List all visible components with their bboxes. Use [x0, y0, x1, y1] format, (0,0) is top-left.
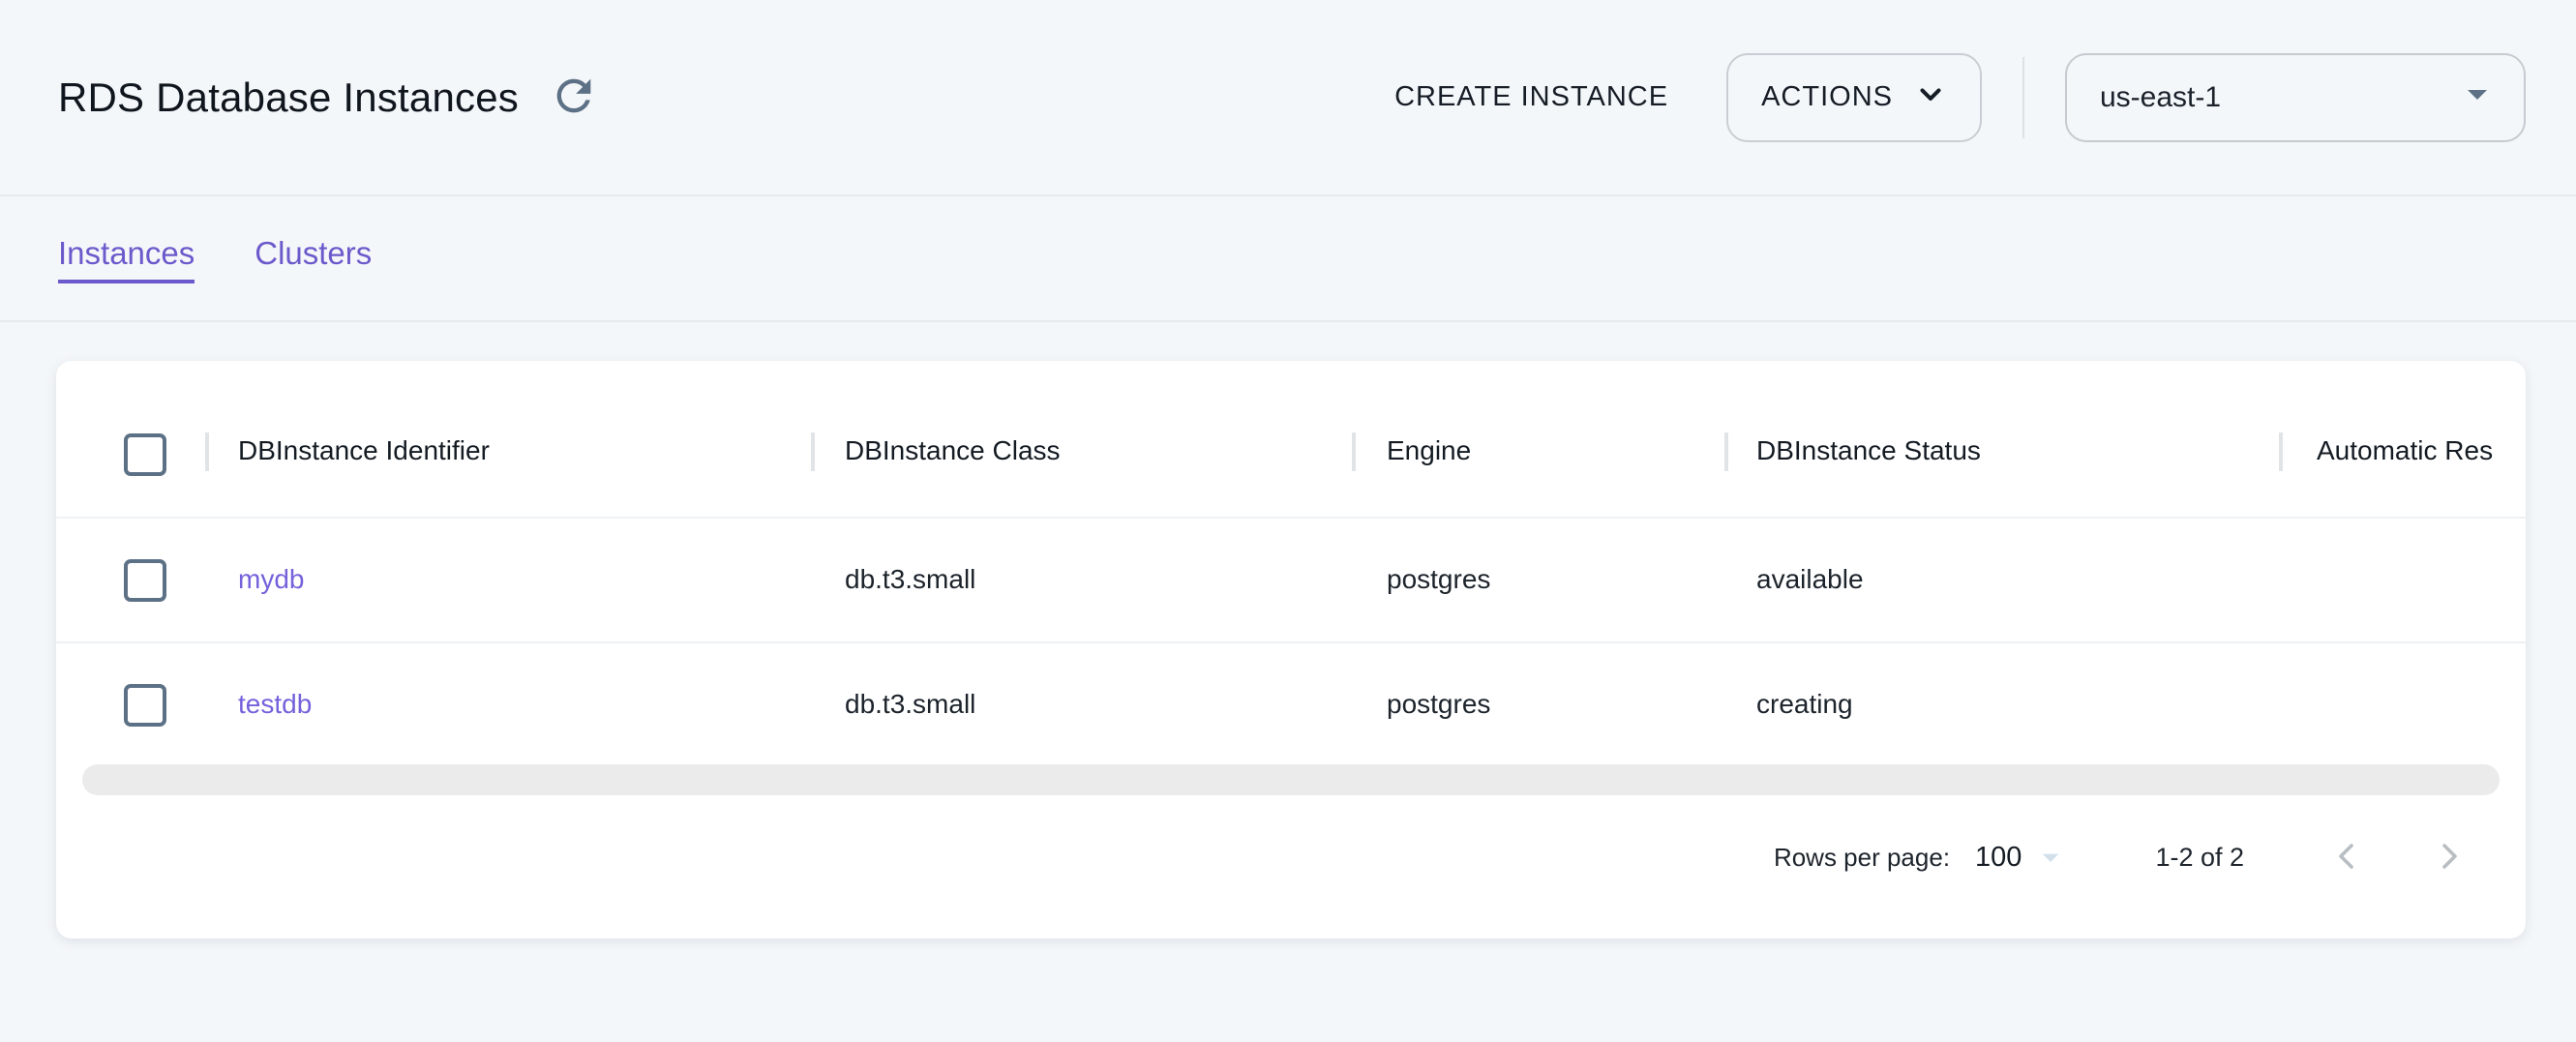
table-row: mydb db.t3.small postgres available	[56, 519, 2526, 643]
rds-console-page: RDS Database Instances CREATE INSTANCE A…	[0, 0, 2576, 1042]
previous-page-button[interactable]	[2323, 834, 2370, 880]
region-select[interactable]: us-east-1	[2065, 53, 2526, 142]
cell-engine: postgres	[1387, 689, 1490, 720]
select-all-checkbox[interactable]	[124, 433, 166, 476]
rows-per-page-select[interactable]: 100	[1975, 838, 2070, 877]
column-header-dbinstance-class: DBInstance Class	[845, 435, 1061, 466]
refresh-button[interactable]	[548, 72, 600, 124]
column-separator	[1724, 432, 1728, 471]
table-pagination: Rows per page: 100 1-2 of 2	[56, 803, 2526, 938]
actions-button[interactable]: ACTIONS	[1726, 53, 1982, 142]
column-separator	[205, 432, 209, 471]
page-title: RDS Database Instances	[58, 74, 519, 121]
column-header-dbinstance-status: DBInstance Status	[1756, 435, 1981, 466]
row-checkbox[interactable]	[124, 684, 166, 727]
cell-engine: postgres	[1387, 564, 1490, 595]
instance-link[interactable]: mydb	[238, 564, 304, 595]
top-bar: RDS Database Instances CREATE INSTANCE A…	[0, 0, 2576, 196]
actions-button-label: ACTIONS	[1761, 81, 1893, 113]
arrow-drop-down-icon	[2031, 838, 2070, 877]
chevron-down-icon	[1914, 77, 1947, 118]
tab-clusters[interactable]: Clusters	[255, 235, 372, 283]
instances-table-card: DBInstance Identifier DBInstance Class E…	[56, 361, 2526, 938]
chevron-right-icon	[2426, 833, 2472, 882]
column-header-engine: Engine	[1387, 435, 1471, 466]
row-checkbox[interactable]	[124, 559, 166, 602]
arrow-drop-down-icon	[2454, 71, 2501, 125]
column-header-dbinstance-identifier: DBInstance Identifier	[238, 435, 490, 466]
horizontal-scrollbar[interactable]	[82, 764, 2500, 795]
create-instance-button[interactable]: CREATE INSTANCE	[1394, 81, 1668, 113]
vertical-divider	[2022, 57, 2024, 138]
rows-per-page-value: 100	[1975, 842, 2022, 874]
chevron-left-icon	[2323, 833, 2370, 882]
region-select-value: us-east-1	[2100, 81, 2221, 114]
rows-per-page-label: Rows per page:	[1774, 843, 1950, 873]
column-separator	[1352, 432, 1356, 471]
column-header-automatic-restart: Automatic Res	[2317, 435, 2493, 466]
tab-bar: Instances Clusters	[0, 198, 2576, 322]
column-separator	[811, 432, 815, 471]
instance-link[interactable]: testdb	[238, 689, 312, 720]
cell-dbinstance-status: available	[1756, 564, 1864, 595]
next-page-button[interactable]	[2426, 834, 2472, 880]
cell-dbinstance-status: creating	[1756, 689, 1853, 720]
cell-dbinstance-class: db.t3.small	[845, 564, 975, 595]
refresh-icon	[549, 71, 599, 124]
pagination-range-label: 1-2 of 2	[2155, 843, 2244, 873]
cell-dbinstance-class: db.t3.small	[845, 689, 975, 720]
column-separator	[2279, 432, 2283, 471]
table-row: testdb db.t3.small postgres creating	[56, 643, 2526, 768]
tab-instances[interactable]: Instances	[58, 235, 195, 283]
table-header-row: DBInstance Identifier DBInstance Class E…	[56, 361, 2526, 519]
